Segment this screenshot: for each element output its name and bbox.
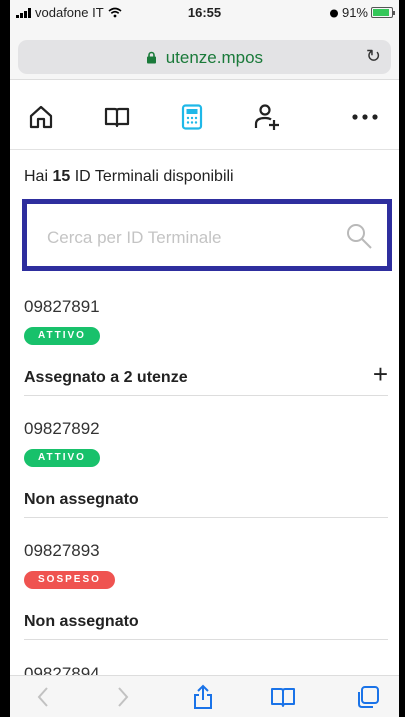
- terminal-id: 09827891: [24, 297, 100, 316]
- calculator-icon[interactable]: [177, 102, 207, 132]
- url-text: utenze.mpos: [165, 48, 264, 67]
- browser-toolbar: [10, 675, 399, 717]
- lock-icon: [146, 51, 156, 64]
- terminal-id: 09827893: [24, 541, 100, 560]
- status-badge: ATTIVO: [24, 449, 100, 467]
- search-box: [22, 199, 392, 271]
- search-input[interactable]: [47, 226, 327, 250]
- status-badge: SOSPESO: [24, 571, 115, 589]
- search-icon[interactable]: [345, 222, 373, 250]
- battery-icon: [371, 7, 395, 18]
- reload-icon[interactable]: ↻: [366, 46, 381, 67]
- tabs-icon[interactable]: [355, 684, 381, 710]
- more-icon[interactable]: [350, 102, 380, 132]
- assignment-label: Non assegnato: [24, 491, 139, 508]
- home-icon[interactable]: [26, 102, 56, 132]
- battery-percent: 91%: [341, 5, 368, 20]
- assignment-label: Assegnato a 2 utenze: [24, 369, 188, 386]
- address-bar[interactable]: utenze.mpos ↻: [18, 40, 391, 74]
- app-navbar: [10, 80, 399, 150]
- assignment-label: Non assegnato: [24, 613, 139, 630]
- bookmarks-icon[interactable]: [270, 684, 296, 710]
- available-terminals-summary: Hai 15 ID Terminali disponibili: [24, 168, 234, 185]
- terminal-count: 15: [52, 168, 71, 185]
- divider: [24, 395, 388, 396]
- share-icon[interactable]: [190, 684, 216, 710]
- browser-address-area: utenze.mpos ↻: [10, 24, 399, 80]
- back-icon[interactable]: [30, 684, 56, 710]
- add-user-icon[interactable]: [252, 102, 282, 132]
- phone-screen: vodafone IT 16:55 91% utenze.mpos ↻ Hai …: [10, 0, 399, 717]
- alarm-icon: [329, 9, 338, 17]
- terminal-id: 09827892: [24, 419, 100, 438]
- status-bar: vodafone IT 16:55 91%: [10, 0, 399, 24]
- book-icon[interactable]: [102, 102, 132, 132]
- expand-button[interactable]: +: [373, 361, 388, 387]
- forward-icon[interactable]: [110, 684, 136, 710]
- divider: [24, 639, 388, 640]
- status-badge: ATTIVO: [24, 327, 100, 345]
- divider: [24, 517, 388, 518]
